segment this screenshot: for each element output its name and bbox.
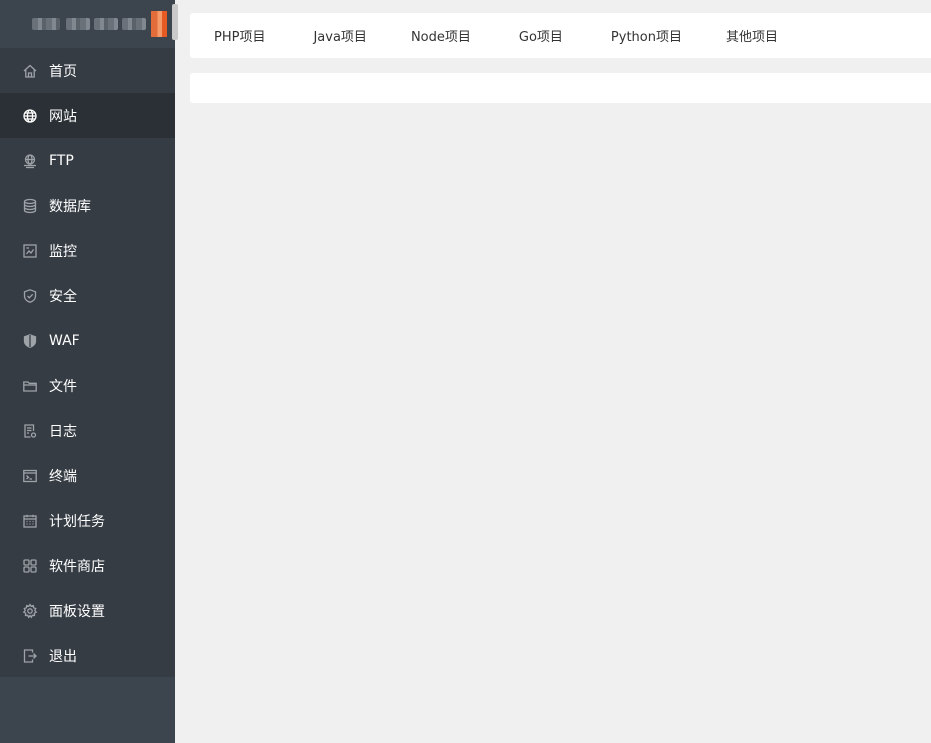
tab-java-project[interactable]: Java项目 [313,26,366,45]
blurred-brand-text [66,18,90,30]
sidebar-item-label: 日志 [49,423,77,440]
sidebar-item-label: 文件 [49,378,77,395]
sidebar-item-label: 监控 [49,243,77,260]
tab-python-project[interactable]: Python项目 [611,26,682,45]
logout-icon [22,648,38,664]
sidebar-item-label: 安全 [49,288,77,305]
shield-icon [22,288,38,304]
content-panel [190,73,931,103]
blurred-brand-text [94,18,118,30]
sidebar-item-cron[interactable]: 计划任务 [0,498,175,543]
log-icon [22,423,38,439]
sidebar-item-files[interactable]: 文件 [0,363,175,408]
sidebar-item-label: 计划任务 [49,513,105,530]
tab-php-project[interactable]: PHP项目 [214,26,265,45]
sidebar-item-app-store[interactable]: 软件商店 [0,543,175,588]
sidebar-item-waf[interactable]: WAF [0,318,175,363]
sidebar-footer [0,677,175,743]
database-icon [22,198,38,214]
monitor-icon [22,243,38,259]
terminal-icon [22,468,38,484]
sidebar-item-logs[interactable]: 日志 [0,408,175,453]
sidebar-item-label: 首页 [49,63,77,80]
home-icon [22,63,38,79]
sidebar-item-ftp[interactable]: FTP [0,138,175,183]
sidebar-item-security[interactable]: 安全 [0,273,175,318]
app-window: 首页 网站 FTP 数据库 监控 安全 WAF 文件 日志 终端 计划任务 软件… [0,0,931,743]
tab-other-project[interactable]: 其他项目 [726,26,778,45]
sidebar-item-label: 数据库 [49,198,91,215]
sidebar-menu: 首页 网站 FTP 数据库 监控 安全 WAF 文件 日志 终端 计划任务 软件… [0,48,175,678]
tab-go-project[interactable]: Go项目 [519,26,563,45]
waf-shield-icon [22,333,38,349]
apps-grid-icon [22,558,38,574]
gear-icon [22,602,38,619]
folder-icon [22,378,38,394]
sidebar-item-terminal[interactable]: 终端 [0,453,175,498]
ftp-icon [22,153,38,169]
sidebar-item-database[interactable]: 数据库 [0,183,175,228]
sidebar-item-label: 终端 [49,468,77,485]
sidebar-item-label: 退出 [49,648,77,665]
brand-logo-mark [151,11,167,37]
sidebar-item-label: 面板设置 [49,603,105,620]
sidebar-item-logout[interactable]: 退出 [0,633,175,678]
sidebar-item-label: 网站 [49,108,77,125]
calendar-icon [22,513,38,529]
sidebar-item-monitor[interactable]: 监控 [0,228,175,273]
sidebar-item-home[interactable]: 首页 [0,48,175,93]
project-tabs-bar: PHP项目 Java项目 Node项目 Go项目 Python项目 其他项目 [190,13,931,58]
sidebar: 首页 网站 FTP 数据库 监控 安全 WAF 文件 日志 终端 计划任务 软件… [0,0,178,743]
sidebar-scrollbar[interactable] [172,4,178,40]
sidebar-item-settings[interactable]: 面板设置 [0,588,175,633]
blurred-brand-text [122,18,146,30]
sidebar-item-label: WAF [49,332,80,349]
blurred-brand-text [32,18,60,30]
brand-logo [0,0,178,48]
tab-node-project[interactable]: Node项目 [411,26,471,45]
sidebar-item-label: 软件商店 [49,558,105,575]
sidebar-item-website[interactable]: 网站 [0,93,175,138]
sidebar-item-label: FTP [49,152,74,169]
globe-icon [22,108,38,124]
